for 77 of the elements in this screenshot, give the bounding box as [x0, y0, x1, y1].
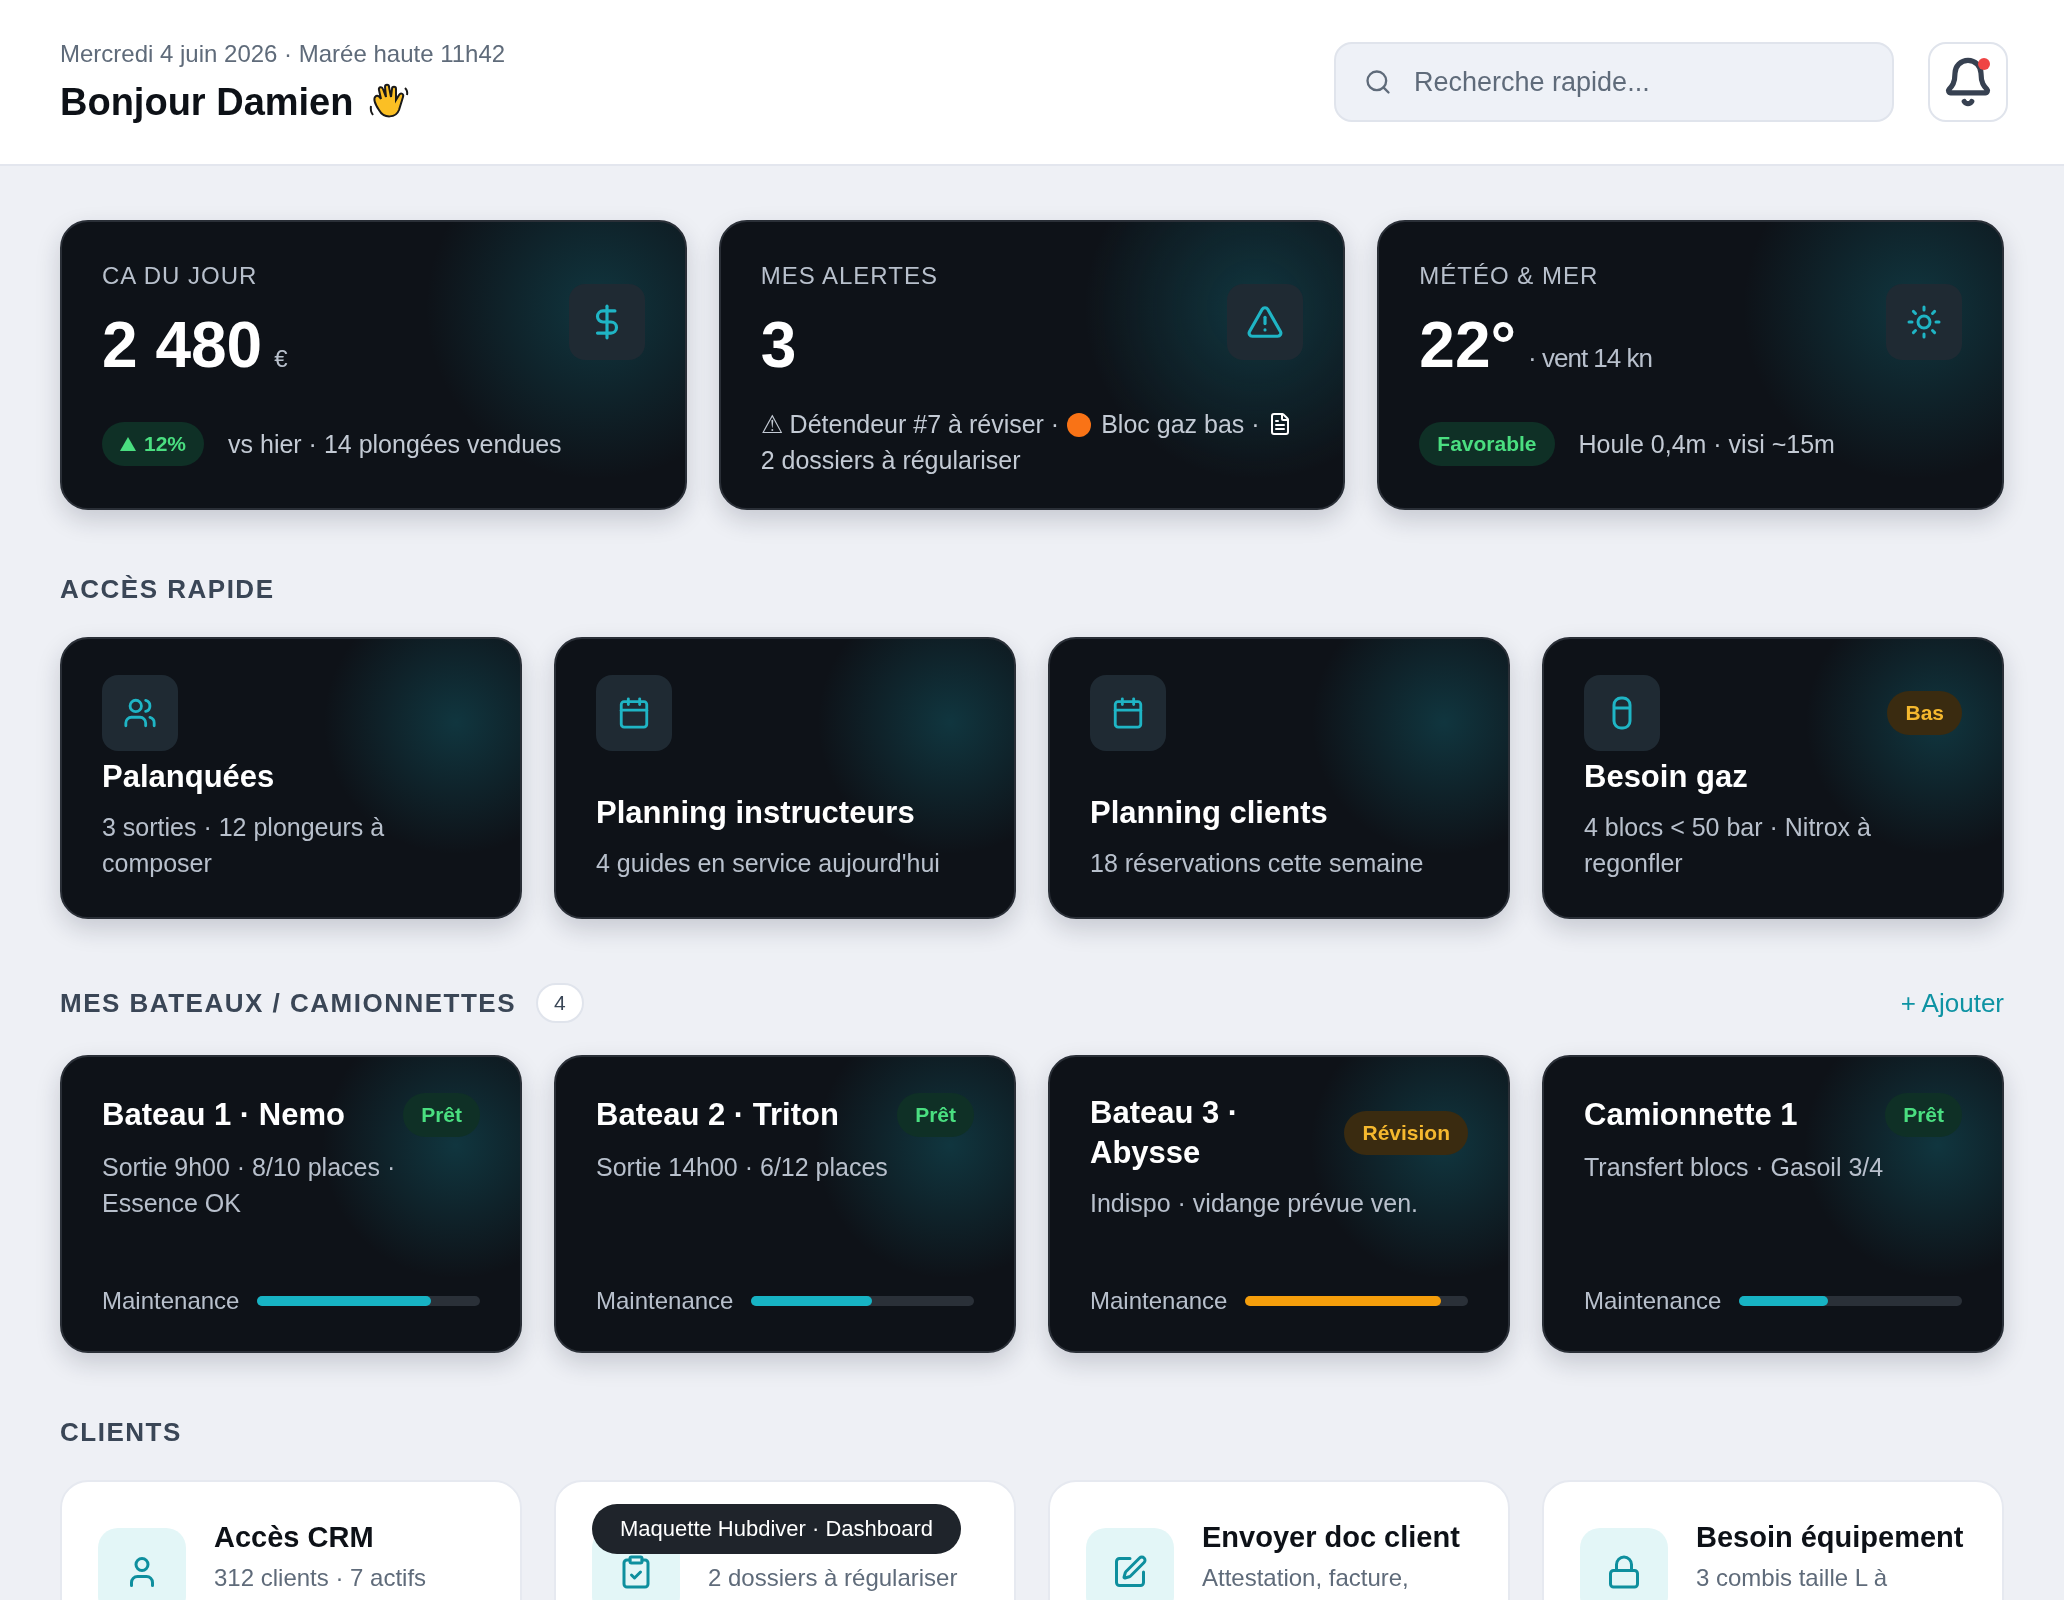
vehicle-card[interactable]: Camionnette 1 Prêt Transfert blocs · Gasoil 3/4 Maintenance — [1542, 1055, 2004, 1353]
shortcut-card[interactable]: Bas Besoin gaz 4 blocs < 50 bar · Nitrox à regonfler — [1542, 637, 2004, 919]
stat-label: MÉTÉO & MER — [1419, 262, 1600, 290]
card-subtitle: 312 clients · 7 actifs — [214, 1564, 427, 1592]
client-card[interactable]: Envoyer doc client Attestation, facture, — [1048, 1480, 1510, 1600]
card-title: Palanquées — [102, 758, 276, 796]
card-title: Besoin gaz — [1584, 758, 1749, 796]
section-title: CLIENTS — [60, 1417, 182, 1448]
notifications-button[interactable] — [1928, 42, 2008, 122]
card-title: Besoin équipement — [1696, 1520, 1964, 1554]
status-badge: Prêt — [897, 1093, 974, 1137]
lock-icon — [1606, 1554, 1642, 1590]
card-title: Envoyer doc client — [1202, 1520, 1460, 1554]
stat-value: 3 — [760, 308, 797, 382]
gas-tank-icon — [1612, 696, 1632, 730]
vehicle-card[interactable]: Bateau 3 · Abysse Révision Indispo · vidange prévue ven. Maintenance — [1048, 1055, 1510, 1353]
status-badge: Bas — [1887, 691, 1962, 735]
sun-icon — [1906, 304, 1942, 340]
stat-unit: · vent 14 kn — [1528, 343, 1652, 374]
card-subtitle: 3 combis taille L à — [1696, 1564, 1889, 1592]
alert-text: Bloc gaz bas · — [1101, 410, 1260, 438]
search-icon — [1364, 68, 1392, 96]
maintenance-label: Maintenance — [1090, 1287, 1228, 1315]
greeting: Bonjour Damien — [60, 80, 354, 124]
vehicle-card[interactable]: Bateau 2 · Triton Prêt Sortie 14h00 · 6/12 places Maintenance — [554, 1055, 1016, 1353]
stat-label: CA DU JOUR — [102, 262, 259, 290]
up-triangle-icon — [120, 437, 136, 451]
calendar-icon — [1111, 696, 1145, 730]
vehicle-details: Sortie 14h00 · 6/12 places — [596, 1152, 889, 1183]
section-title: ACCÈS RAPIDE — [60, 574, 275, 605]
stat-label: MES ALERTES — [760, 262, 939, 290]
maintenance-label: Maintenance — [596, 1287, 734, 1315]
date-line: Mercredi 4 juin 2026 · Marée haute 11h42 — [60, 40, 506, 68]
vehicle-name: Bateau 1 · Nemo — [102, 1096, 345, 1134]
alert-text: ⚠ Détendeur #7 à réviser · — [760, 410, 1060, 438]
stat-unit: € — [274, 345, 288, 373]
vehicle-card[interactable]: Bateau 1 · Nemo Prêt Sortie 9h00 · 8/10 places · Essence OK Maintenance — [60, 1055, 522, 1353]
status-badge: Prêt — [1885, 1093, 1962, 1137]
card-title: Planning instructeurs — [596, 794, 916, 832]
count-badge: 4 — [536, 983, 584, 1023]
status-badge: Favorable — [1419, 422, 1555, 466]
shortcut-card[interactable]: Planning clients 18 réservations cette semaine — [1048, 637, 1510, 919]
vehicle-name: Camionnette 1 — [1584, 1096, 1798, 1134]
calendar-icon — [617, 696, 651, 730]
card-title: Planning clients — [1090, 794, 1329, 832]
card-subtitle: 18 réservations cette semaine — [1090, 848, 1425, 879]
edit-icon — [1112, 1554, 1148, 1590]
card-subtitle: 3 sorties · 12 plongeurs à composer — [102, 812, 386, 879]
vehicle-details: Sortie 9h00 · 8/10 places · Essence OK — [102, 1152, 397, 1219]
status-badge: Prêt — [403, 1093, 480, 1137]
warning-icon — [1246, 303, 1285, 341]
client-card[interactable]: Besoin équipement 3 combis taille L à — [1542, 1480, 2004, 1600]
client-card[interactable]: Accès CRM 312 clients · 7 actifs — [60, 1480, 522, 1600]
people-icon — [123, 696, 157, 730]
card-subtitle: 4 blocs < 50 bar · Nitrox à regonfler — [1584, 812, 1872, 879]
stat-note: Houle 0,4m · visi ~15m — [1578, 429, 1835, 459]
vehicle-details: Transfert blocs · Gasoil 3/4 — [1584, 1152, 1885, 1183]
trend-badge: 12% — [102, 422, 205, 466]
card-title: Accès CRM — [214, 1520, 375, 1554]
status-badge: Révision — [1344, 1111, 1468, 1155]
vehicle-details: Indispo · vidange prévue ven. — [1090, 1188, 1419, 1219]
stat-value: 2 480 — [102, 308, 263, 382]
card-subtitle: 4 guides en service aujourd'hui — [596, 848, 941, 879]
vehicle-name: Bateau 3 · Abysse — [1090, 1094, 1240, 1172]
maintenance-label: Maintenance — [102, 1287, 240, 1315]
stat-value: 22° — [1419, 308, 1517, 382]
section-title: MES BATEAUX / CAMIONNETTES — [60, 987, 516, 1019]
vehicle-name: Bateau 2 · Triton — [596, 1096, 839, 1134]
shortcut-card[interactable]: Palanquées 3 sorties · 12 plongeurs à composer — [60, 637, 522, 919]
alert-text: 2 dossiers à régulariser — [760, 446, 1021, 474]
card-subtitle: Attestation, facture, — [1202, 1564, 1410, 1592]
tooltip: Maquette Hubdiver · Dashboard — [592, 1504, 962, 1554]
shortcut-card[interactable]: Planning instructeurs 4 guides en service aujourd'hui — [554, 637, 1016, 919]
maintenance-label: Maintenance — [1584, 1287, 1722, 1315]
search-field[interactable]: Recherche rapide... — [1334, 42, 1894, 122]
card-subtitle: 2 dossiers à régulariser — [708, 1564, 958, 1592]
stat-note: vs hier · 14 plongées vendues — [228, 429, 562, 459]
